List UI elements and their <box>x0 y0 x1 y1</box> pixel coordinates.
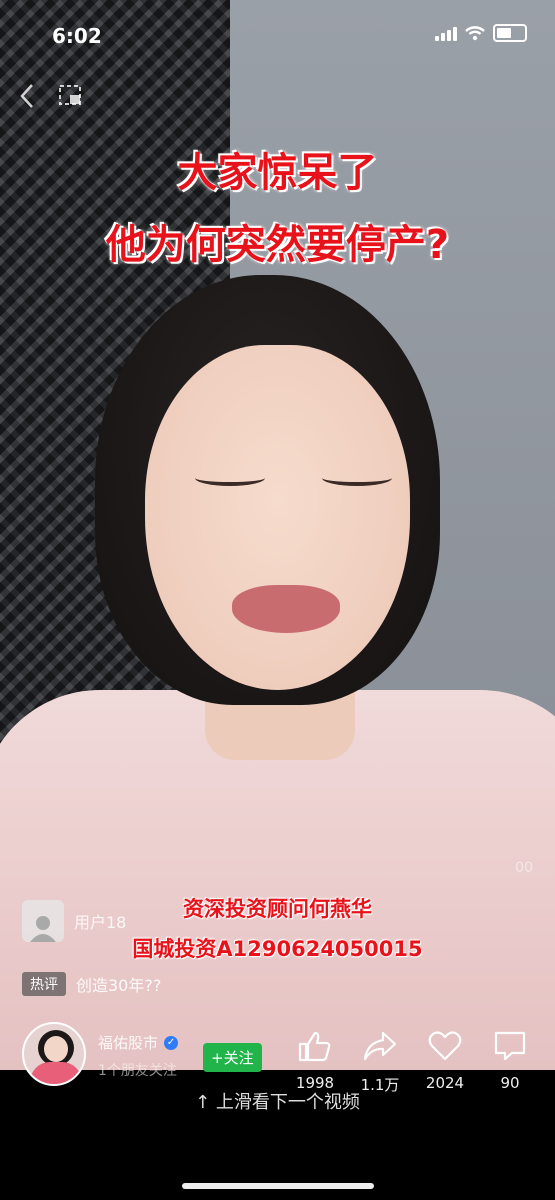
cellular-signal-icon <box>435 25 457 41</box>
comment-avatar-icon <box>22 900 64 942</box>
author-friends-note: 1个朋友关注 <box>98 1063 177 1079</box>
author-name: 福佑股市 <box>98 1034 159 1052</box>
heart-icon <box>428 1031 462 1061</box>
comment-username: 用户18 <box>74 913 127 932</box>
thumbs-up-icon <box>298 1031 331 1062</box>
presenter-face <box>145 345 410 690</box>
follow-button[interactable]: +关注 <box>203 1043 262 1072</box>
share-arrow-icon <box>363 1031 397 1061</box>
verified-badge-icon: ✓ <box>164 1035 179 1050</box>
home-indicator[interactable] <box>182 1183 374 1189</box>
like-button[interactable]: 1998 <box>285 1030 345 1095</box>
picture-in-picture-icon[interactable] <box>58 82 84 108</box>
hot-comment-badge: 热评 <box>22 972 66 996</box>
wifi-icon <box>465 26 485 41</box>
video-headline-line1: 大家惊呆了 <box>177 150 378 196</box>
comment-button[interactable]: 90 <box>480 1030 540 1095</box>
hot-comment-row[interactable]: 热评 创造30年?? <box>22 972 161 996</box>
author-avatar[interactable] <box>22 1022 86 1086</box>
back-arrow-icon[interactable] <box>18 82 36 110</box>
battery-icon <box>493 24 527 42</box>
presenter-eye-right <box>322 470 392 486</box>
swipe-up-hint[interactable]: ↑ 上滑看下一个视频 <box>0 1088 555 1114</box>
comment-bubble-icon <box>494 1031 526 1061</box>
action-bar: 1998 1.1万 2024 90 <box>285 1030 540 1095</box>
presenter-mouth <box>232 585 340 633</box>
top-navigation <box>18 82 84 110</box>
status-icons <box>435 24 527 42</box>
status-time: 6:02 <box>52 24 102 48</box>
comment-row[interactable]: 用户18 <box>22 900 126 942</box>
favorite-button[interactable]: 2024 <box>415 1030 475 1095</box>
presenter-eye-left <box>195 470 265 486</box>
status-bar: 6:02 <box>0 0 555 70</box>
share-button[interactable]: 1.1万 <box>350 1030 410 1095</box>
video-headline-line2: 他为何突然要停产? <box>105 222 450 268</box>
hot-comment-text: 创造30年?? <box>76 976 162 995</box>
faint-overlay-number: 00 <box>515 860 533 876</box>
author-name-row[interactable]: 福佑股市 ✓ <box>98 1032 179 1053</box>
